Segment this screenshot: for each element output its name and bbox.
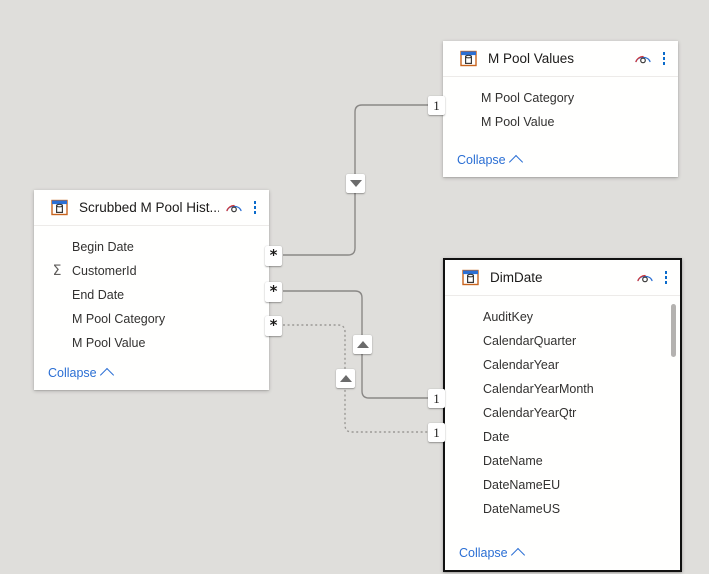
field-name: CalendarYearQtr bbox=[483, 406, 577, 420]
scrollbar-thumb[interactable] bbox=[671, 304, 676, 357]
table-title: DimDate bbox=[490, 270, 543, 285]
field-name: M Pool Category bbox=[481, 91, 575, 105]
field-list: Begin Date Σ CustomerId End Date M Pool … bbox=[34, 226, 269, 362]
model-diagram-canvas[interactable]: * 1 * 1 * 1 M Pool Values M Pool Categor… bbox=[0, 0, 709, 574]
table-icon bbox=[459, 267, 481, 289]
cardinality-badge-many-3[interactable]: * bbox=[265, 316, 282, 336]
table-card-footer: Collapse bbox=[445, 542, 680, 570]
triangle-up-icon bbox=[339, 375, 352, 382]
table-icon bbox=[48, 197, 70, 219]
cardinality-badge-many-2[interactable]: * bbox=[265, 282, 282, 302]
cross-filter-direction-icon-3[interactable] bbox=[336, 369, 355, 388]
table-card-footer: Collapse bbox=[443, 149, 678, 177]
table-icon bbox=[457, 48, 479, 70]
table-title: Scrubbed M Pool Hist... bbox=[79, 200, 219, 215]
cardinality-badge-one-2[interactable]: 1 bbox=[428, 389, 445, 408]
field-row[interactable]: CalendarQuarter bbox=[445, 329, 680, 353]
collapse-button[interactable]: Collapse bbox=[457, 153, 523, 169]
table-card-m-pool-values[interactable]: M Pool Values M Pool Category M Pool Val… bbox=[443, 41, 678, 177]
field-name: AuditKey bbox=[483, 310, 534, 324]
field-row[interactable]: DateNameUS bbox=[445, 497, 680, 521]
field-row[interactable]: CalendarYear bbox=[445, 353, 680, 377]
field-row[interactable]: M Pool Value bbox=[443, 110, 678, 134]
chevron-up-icon bbox=[508, 154, 523, 169]
field-row[interactable]: Begin Date bbox=[34, 235, 269, 259]
field-name: Begin Date bbox=[72, 240, 134, 254]
field-row[interactable]: M Pool Value bbox=[34, 331, 269, 355]
field-row[interactable]: M Pool Category bbox=[443, 86, 678, 110]
field-list-scrollbar[interactable] bbox=[671, 304, 676, 519]
field-row[interactable]: CalendarYearMonth bbox=[445, 377, 680, 401]
field-name: M Pool Value bbox=[72, 336, 146, 350]
more-options-icon[interactable] bbox=[247, 197, 263, 219]
field-name: DateNameEU bbox=[483, 478, 561, 492]
cardinality-badge-one-1[interactable]: 1 bbox=[428, 96, 445, 115]
field-name: CalendarQuarter bbox=[483, 334, 577, 348]
field-name: CalendarYearMonth bbox=[483, 382, 594, 396]
collapse-label: Collapse bbox=[459, 546, 508, 560]
hidden-eye-icon[interactable] bbox=[632, 48, 654, 70]
collapse-button[interactable]: Collapse bbox=[459, 546, 525, 562]
table-card-header[interactable]: M Pool Values bbox=[443, 41, 678, 77]
field-name: CalendarYear bbox=[483, 358, 559, 372]
table-card-dim-date[interactable]: DimDate AuditKey CalendarQuarter Calenda… bbox=[443, 258, 682, 572]
chevron-up-icon bbox=[510, 547, 525, 562]
field-name: M Pool Value bbox=[481, 115, 555, 129]
hidden-eye-icon[interactable] bbox=[223, 197, 245, 219]
table-header-actions[interactable] bbox=[223, 197, 263, 219]
field-name: CustomerId bbox=[72, 264, 137, 278]
table-card-scrubbed-m-pool-hist[interactable]: Scrubbed M Pool Hist... Begin Date Σ Cus… bbox=[34, 190, 269, 390]
measure-sigma-icon: Σ bbox=[52, 263, 62, 279]
field-row[interactable]: CalendarYearQtr bbox=[445, 401, 680, 425]
field-row[interactable]: End Date bbox=[34, 283, 269, 307]
collapse-label: Collapse bbox=[48, 366, 97, 380]
field-name: Date bbox=[483, 430, 510, 444]
table-header-actions[interactable] bbox=[634, 267, 674, 289]
field-row[interactable]: Date bbox=[445, 425, 680, 449]
table-card-header[interactable]: Scrubbed M Pool Hist... bbox=[34, 190, 269, 226]
field-row-measure[interactable]: Σ CustomerId bbox=[34, 259, 269, 283]
collapse-button[interactable]: Collapse bbox=[48, 366, 114, 382]
cross-filter-direction-icon-2[interactable] bbox=[353, 335, 372, 354]
table-title: M Pool Values bbox=[488, 51, 575, 66]
field-name: End Date bbox=[72, 288, 125, 302]
more-options-icon[interactable] bbox=[658, 267, 674, 289]
field-row[interactable]: M Pool Category bbox=[34, 307, 269, 331]
more-options-icon[interactable] bbox=[656, 48, 672, 70]
collapse-label: Collapse bbox=[457, 153, 506, 167]
triangle-down-icon bbox=[349, 180, 362, 187]
field-row[interactable]: DateNameEU bbox=[445, 473, 680, 497]
table-header-actions[interactable] bbox=[632, 48, 672, 70]
cross-filter-direction-icon-1[interactable] bbox=[346, 174, 365, 193]
field-row[interactable]: DateName bbox=[445, 449, 680, 473]
chevron-up-icon bbox=[99, 367, 114, 382]
cardinality-badge-one-3[interactable]: 1 bbox=[428, 423, 445, 442]
field-list: M Pool Category M Pool Value bbox=[443, 77, 678, 149]
field-name: DateName bbox=[483, 454, 543, 468]
table-card-header[interactable]: DimDate bbox=[445, 260, 680, 296]
field-list: AuditKey CalendarQuarter CalendarYear Ca… bbox=[445, 296, 680, 542]
triangle-up-icon bbox=[356, 341, 369, 348]
field-name: DateNameUS bbox=[483, 502, 561, 516]
hidden-eye-icon[interactable] bbox=[634, 267, 656, 289]
table-card-footer: Collapse bbox=[34, 362, 269, 390]
field-row[interactable]: AuditKey bbox=[445, 305, 680, 329]
field-name: M Pool Category bbox=[72, 312, 166, 326]
cardinality-badge-many-1[interactable]: * bbox=[265, 246, 282, 266]
